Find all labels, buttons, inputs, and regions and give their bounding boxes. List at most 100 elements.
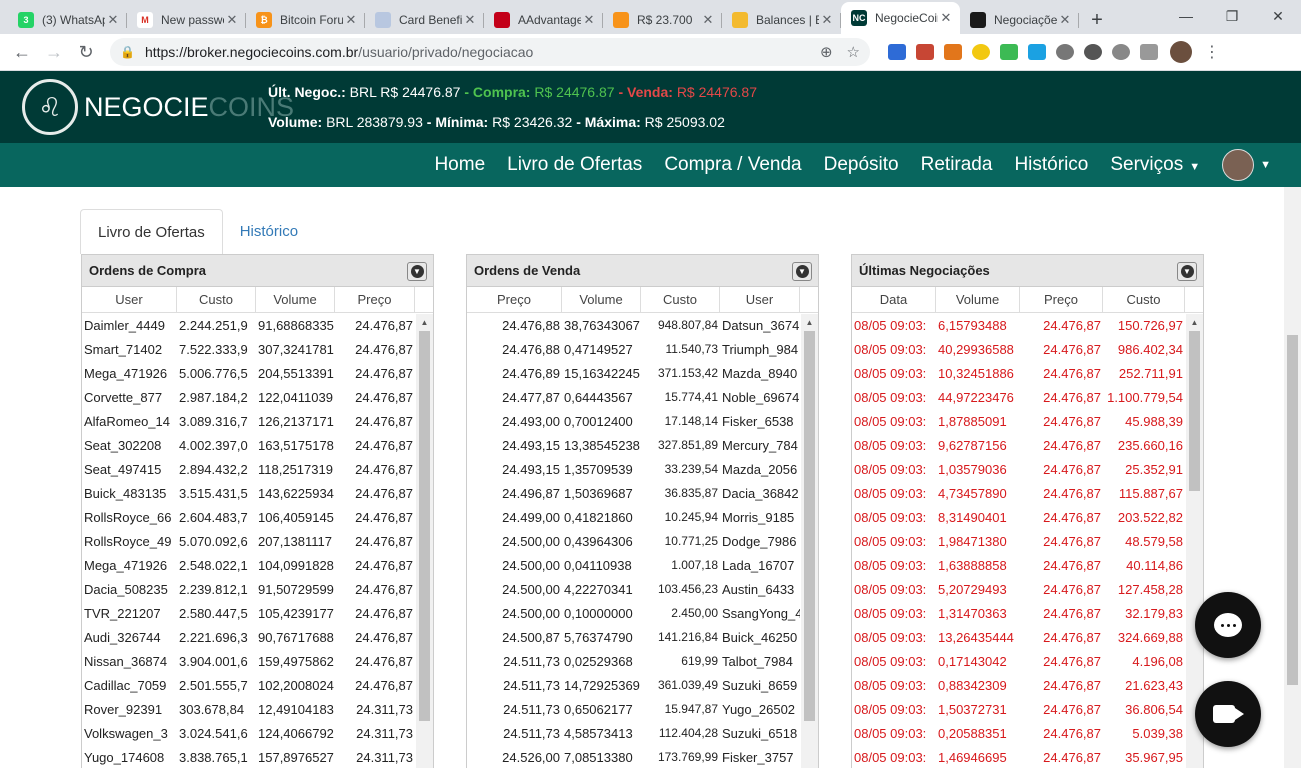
browser-tab[interactable]: Balances | Binance✕ <box>722 6 841 34</box>
collapse-button[interactable]: ▼ <box>407 262 427 281</box>
table-row[interactable]: 24.493,15 1,35709539 33.239,54 Mazda_2056 <box>467 457 818 481</box>
scrollbar[interactable]: ▲ <box>416 314 433 768</box>
table-row[interactable]: 08/05 09:03: 1,46946695 24.476,87 35.967,95 <box>852 745 1203 768</box>
close-tab-icon[interactable]: ✕ <box>462 12 478 28</box>
windows-extension-icon[interactable] <box>1028 44 1046 60</box>
column-header[interactable]: Preço <box>335 287 415 312</box>
browser-tab[interactable]: R$ 23.700 ✕ <box>603 6 722 34</box>
table-row[interactable]: 24.499,00 0,41821860 10.245,94 Morris_9185 <box>467 505 818 529</box>
table-row[interactable]: 24.476,89 15,16342245 371.153,42 Mazda_8940 <box>467 361 818 385</box>
table-row[interactable]: 08/05 09:03: 10,32451886 24.476,87 252.711,… <box>852 361 1203 385</box>
table-row[interactable]: 08/05 09:03: 13,26435444 24.476,87 324.669,… <box>852 625 1203 649</box>
close-window-button[interactable]: ✕ <box>1255 0 1301 32</box>
table-row[interactable]: 24.526,00 7,08513380 173.769,99 Fisker_3757 <box>467 745 818 768</box>
close-tab-icon[interactable]: ✕ <box>105 12 121 28</box>
restore-button[interactable]: ❐ <box>1209 0 1255 32</box>
table-row[interactable]: 24.511,73 4,58573413 112.404,28 Suzuki_6518 <box>467 721 818 745</box>
column-header[interactable]: User <box>720 287 800 312</box>
scroll-up-icon[interactable]: ▲ <box>1186 314 1203 330</box>
column-header[interactable]: Preço <box>467 287 562 312</box>
close-tab-icon[interactable]: ✕ <box>1057 12 1073 28</box>
close-tab-icon[interactable]: ✕ <box>819 12 835 28</box>
column-header[interactable]: Preço <box>1020 287 1103 312</box>
table-row[interactable]: Smart_71402 7.522.333,9 307,3241781 24.476,… <box>82 337 433 361</box>
table-row[interactable]: 24.511,73 0,65062177 15.947,87 Yugo_26502 <box>467 697 818 721</box>
table-row[interactable]: 08/05 09:03: 40,29936588 24.476,87 986.402,… <box>852 337 1203 361</box>
table-row[interactable]: RollsRoyce_66 2.604.483,7 106,4059145 24.47… <box>82 505 433 529</box>
lock-extension-icon[interactable] <box>1000 44 1018 60</box>
close-tab-icon[interactable]: ✕ <box>938 10 954 26</box>
table-row[interactable]: Rover_92391 303.678,84 12,49104183 24.311,7… <box>82 697 433 721</box>
nav-withdraw[interactable]: Retirada <box>921 154 993 176</box>
scrollbar[interactable]: ▲ <box>801 314 818 768</box>
scrollbar-thumb[interactable] <box>1189 331 1200 491</box>
column-header[interactable]: Volume <box>256 287 335 312</box>
table-row[interactable]: Cadillac_7059 2.501.555,7 102,2008024 24.47… <box>82 673 433 697</box>
site-logo[interactable]: ♌ NEGOCIECOINS <box>22 79 294 135</box>
nav-buy-sell[interactable]: Compra / Venda <box>664 154 801 176</box>
extension-icon[interactable] <box>972 44 990 60</box>
table-row[interactable]: 08/05 09:03: 1,50372731 24.476,87 36.806,54 <box>852 697 1203 721</box>
table-row[interactable]: 08/05 09:03: 1,63888858 24.476,87 40.114,86 <box>852 553 1203 577</box>
table-row[interactable]: 08/05 09:03: 8,31490401 24.476,87 203.522,8… <box>852 505 1203 529</box>
zoom-icon[interactable]: ⊕ <box>820 43 833 61</box>
bookmark-star-icon[interactable]: ☆ <box>847 43 860 61</box>
table-row[interactable]: 08/05 09:03: 44,97223476 24.476,87 1.100.77… <box>852 385 1203 409</box>
table-row[interactable]: 08/05 09:03: 6,15793488 24.476,87 150.726,9… <box>852 313 1203 337</box>
back-icon[interactable]: ← <box>8 38 36 66</box>
column-header[interactable]: User <box>82 287 177 312</box>
table-row[interactable]: Nissan_36874 3.904.001,6 159,4975862 24.476… <box>82 649 433 673</box>
browser-tab[interactable]: ₿ Bitcoin Forum✕ <box>246 6 365 34</box>
signal-extension-icon[interactable] <box>1140 44 1158 60</box>
table-row[interactable]: 24.511,73 14,72925369 361.039,49 Suzuki_865… <box>467 673 818 697</box>
page-scrollbar-thumb[interactable] <box>1287 335 1298 685</box>
pdf-extension-icon[interactable] <box>916 44 934 60</box>
scroll-up-icon[interactable]: ▲ <box>416 314 433 330</box>
table-row[interactable]: Dacia_508235 2.239.812,1 91,50729599 24.476… <box>82 577 433 601</box>
table-row[interactable]: 08/05 09:03: 4,73457890 24.476,87 115.887,6… <box>852 481 1203 505</box>
page-scrollbar[interactable] <box>1284 187 1301 768</box>
table-row[interactable]: 08/05 09:03: 1,03579036 24.476,87 25.352,91 <box>852 457 1203 481</box>
table-row[interactable]: AlfaRomeo_14 3.089.316,7 126,2137171 24.476… <box>82 409 433 433</box>
table-row[interactable]: 24.500,00 4,22270341 103.456,23 Austin_6433 <box>467 577 818 601</box>
table-row[interactable]: 24.496,87 1,50369687 36.835,87 Dacia_36842 <box>467 481 818 505</box>
table-row[interactable]: TVR_221207 2.580.447,5 105,4239177 24.476,8… <box>82 601 433 625</box>
user-avatar[interactable] <box>1222 149 1255 181</box>
table-row[interactable]: Audi_326744 2.221.696,3 90,76717688 24.476,… <box>82 625 433 649</box>
collapse-button[interactable]: ▼ <box>792 262 812 281</box>
browser-tab[interactable]: Negociações ✕ <box>960 6 1079 34</box>
nav-services[interactable]: Serviços ▼ <box>1110 154 1200 176</box>
table-row[interactable]: Corvette_877 2.987.184,2 122,0411039 24.476… <box>82 385 433 409</box>
table-row[interactable]: 08/05 09:03: 1,98471380 24.476,87 48.579,58 <box>852 529 1203 553</box>
browser-tab[interactable]: 3 (3) WhatsApp✕ <box>8 6 127 34</box>
table-row[interactable]: Volkswagen_3 3.024.541,6 124,4066792 24.311… <box>82 721 433 745</box>
close-tab-icon[interactable]: ✕ <box>581 12 597 28</box>
browser-tab[interactable]: NC NegocieCoins✕ <box>841 2 960 34</box>
table-row[interactable]: 08/05 09:03: 5,20729493 24.476,87 127.458,2… <box>852 577 1203 601</box>
scroll-up-icon[interactable]: ▲ <box>801 314 818 330</box>
table-row[interactable]: 24.477,87 0,64443567 15.774,41 Noble_69674 <box>467 385 818 409</box>
m-extension-icon[interactable] <box>1112 44 1130 60</box>
profile-avatar[interactable] <box>1170 41 1192 63</box>
table-row[interactable]: 24.493,00 0,70012400 17.148,14 Fisker_6538 <box>467 409 818 433</box>
table-row[interactable]: Yugo_174608 3.838.765,1 157,8976527 24.311,… <box>82 745 433 768</box>
browser-menu-icon[interactable]: ⋮ <box>1204 42 1220 62</box>
collapse-button[interactable]: ▼ <box>1177 262 1197 281</box>
table-row[interactable]: Buick_483135 3.515.431,5 143,6225934 24.476… <box>82 481 433 505</box>
table-row[interactable]: Seat_302208 4.002.397,0 163,5175178 24.476,… <box>82 433 433 457</box>
close-tab-icon[interactable]: ✕ <box>224 12 240 28</box>
forward-icon[interactable]: → <box>40 38 68 66</box>
user-menu-caret-icon[interactable]: ▼ <box>1260 159 1271 171</box>
scrollbar-thumb[interactable] <box>419 331 430 721</box>
table-row[interactable]: 24.476,88 0,47149527 11.540,73 Triumph_984 <box>467 337 818 361</box>
table-row[interactable]: 24.500,00 0,04110938 1.007,18 Lada_16707 <box>467 553 818 577</box>
tab-history[interactable]: Histórico <box>223 209 315 254</box>
nav-history[interactable]: Histórico <box>1014 154 1088 176</box>
table-row[interactable]: 24.493,15 13,38545238 327.851,89 Mercury_78… <box>467 433 818 457</box>
tab-order-book[interactable]: Livro de Ofertas <box>80 209 223 254</box>
close-tab-icon[interactable]: ✕ <box>700 12 716 28</box>
extension-icon[interactable] <box>1056 44 1074 60</box>
column-header[interactable]: Custo <box>641 287 720 312</box>
column-header[interactable]: Custo <box>1103 287 1185 312</box>
video-call-button[interactable] <box>1195 681 1261 747</box>
